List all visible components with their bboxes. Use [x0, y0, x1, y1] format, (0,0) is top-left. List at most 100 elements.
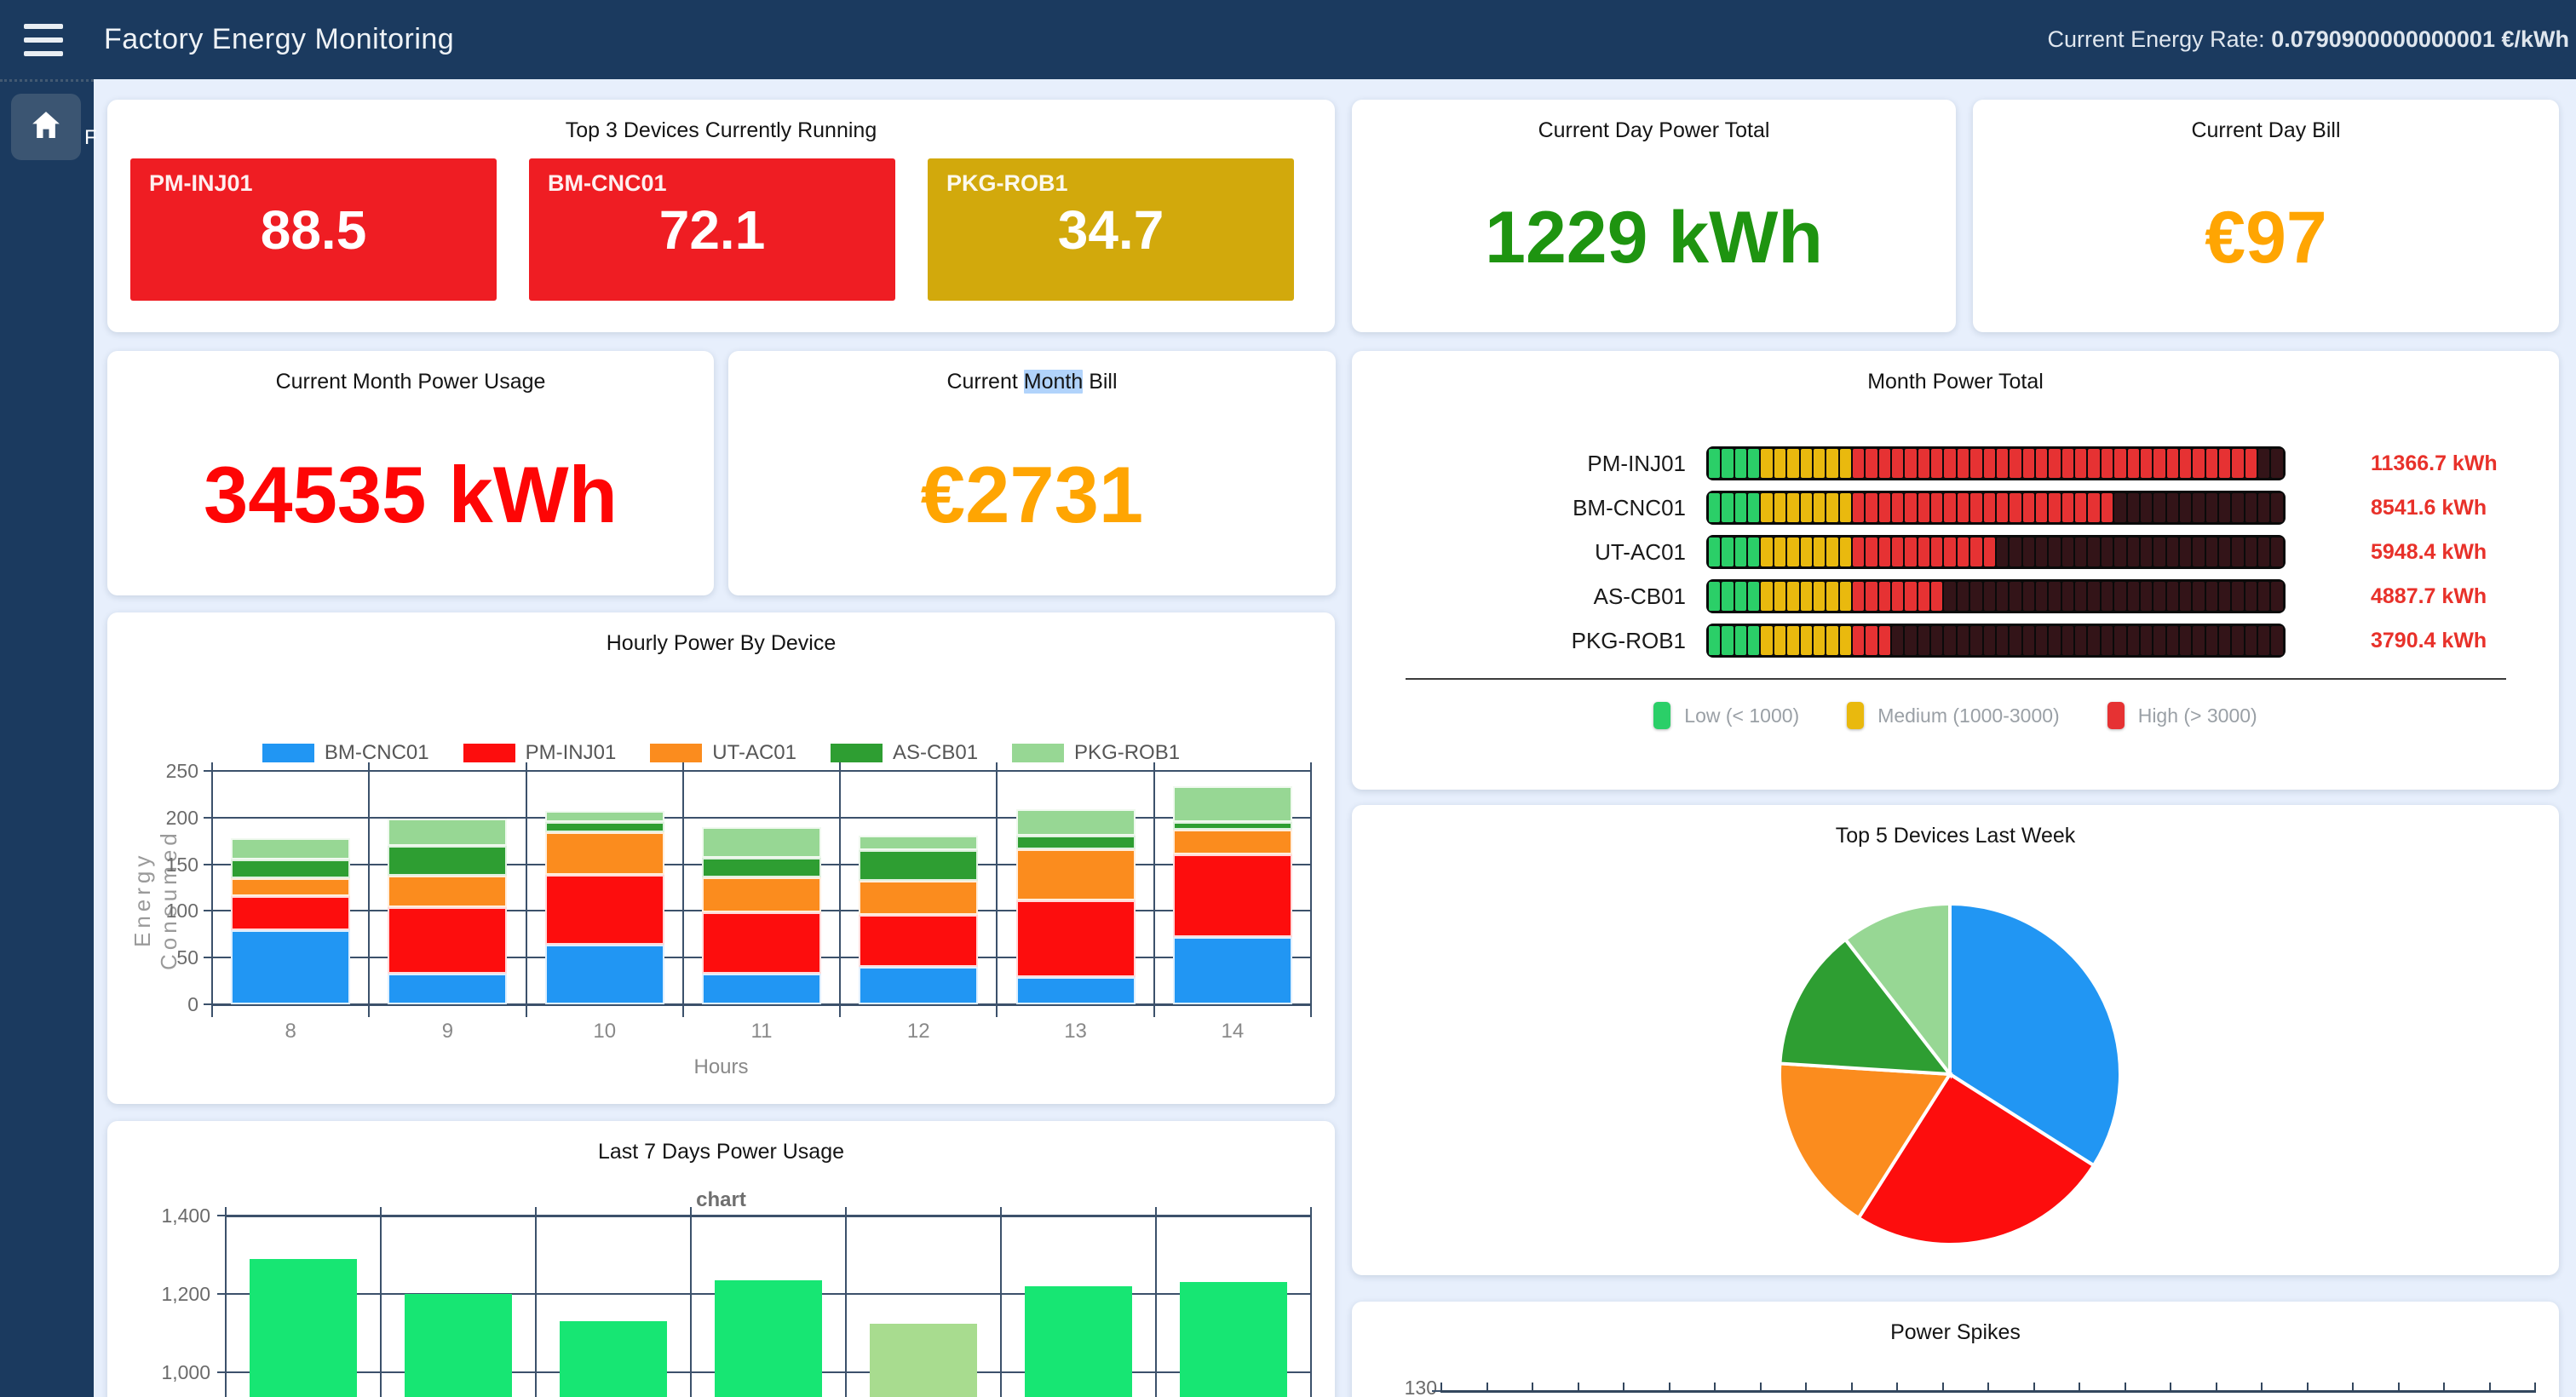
device-tile[interactable]: PM-INJ01 88.5: [130, 158, 497, 301]
stacked-bar-segment[interactable]: [388, 876, 507, 907]
stacked-bar-segment[interactable]: [702, 858, 821, 877]
meter-segment: [2010, 493, 2021, 522]
stacked-bar-segment[interactable]: [388, 819, 507, 846]
gridline: [839, 762, 841, 1017]
stacked-bar-segment[interactable]: [859, 915, 978, 967]
y-tick-label: 250: [147, 760, 198, 783]
stacked-bar-segment[interactable]: [231, 859, 350, 878]
stacked-bar-segment[interactable]: [702, 912, 821, 974]
stacked-bar-segment[interactable]: [859, 967, 978, 1004]
stacked-bar-segment[interactable]: [1016, 836, 1136, 849]
meter-segment: [1853, 626, 1864, 655]
legend-item[interactable]: PM-INJ01: [463, 741, 617, 765]
meter-segment: [2075, 538, 2086, 566]
meter-segment: [2062, 538, 2073, 566]
legend-item[interactable]: AS-CB01: [831, 741, 978, 765]
last7-chart-subtitle: chart: [107, 1164, 1335, 1212]
segmented-meter[interactable]: [1706, 624, 2286, 658]
meter-segment: [2245, 449, 2257, 478]
bar[interactable]: [870, 1324, 977, 1397]
meter-segment: [1984, 582, 1995, 611]
meter-segment: [1787, 449, 1798, 478]
stacked-bar-segment[interactable]: [1173, 937, 1292, 1004]
x-tick-mark: [2307, 1383, 2309, 1392]
meter-segment: [2114, 493, 2125, 522]
day-power-total-card: Current Day Power Total 1229 kWh: [1352, 100, 1956, 332]
stacked-bar-segment[interactable]: [859, 836, 978, 851]
device-label: PKG-ROB1: [1352, 624, 1686, 658]
device-tile-name: BM-CNC01: [548, 170, 667, 197]
segmented-meter[interactable]: [1706, 579, 2286, 613]
sidebar-item-label[interactable]: F: [84, 126, 97, 150]
stacked-bar-segment[interactable]: [1173, 822, 1292, 830]
meter-segment: [2010, 538, 2021, 566]
meter-segment: [1958, 449, 1969, 478]
pie-chart[interactable]: [1762, 887, 2137, 1262]
segmented-meter[interactable]: [1706, 491, 2286, 525]
divider: [1406, 678, 2506, 680]
stacked-bar-segment[interactable]: [702, 877, 821, 912]
stacked-bar-segment[interactable]: [1173, 786, 1292, 823]
month-total-row: PKG-ROB13790.4 kWh: [1352, 624, 2559, 658]
stacked-bar-segment[interactable]: [1173, 830, 1292, 854]
stacked-bar-segment[interactable]: [859, 850, 978, 881]
last7-plot-area[interactable]: 1,4001,2001,000: [226, 1216, 1311, 1397]
meter-segment: [1761, 449, 1772, 478]
stacked-bar-segment[interactable]: [545, 945, 664, 1004]
stacked-bar-segment[interactable]: [1173, 854, 1292, 938]
stacked-bar-segment[interactable]: [545, 875, 664, 945]
stacked-bar-segment[interactable]: [388, 907, 507, 974]
stacked-bar-segment[interactable]: [231, 896, 350, 931]
stacked-bar-segment[interactable]: [1016, 900, 1136, 977]
device-tile[interactable]: BM-CNC01 72.1: [529, 158, 895, 301]
legend-item[interactable]: UT-AC01: [650, 741, 796, 765]
meter-segment: [1814, 626, 1825, 655]
stacked-bar-segment[interactable]: [702, 827, 821, 858]
month-total-row: PM-INJ0111366.7 kWh: [1352, 446, 2559, 480]
bar[interactable]: [560, 1321, 667, 1397]
bar[interactable]: [715, 1280, 822, 1397]
stacked-bar-segment[interactable]: [231, 878, 350, 896]
bar[interactable]: [1025, 1286, 1132, 1397]
x-tick-label: 8: [231, 1020, 350, 1043]
bar[interactable]: [250, 1259, 357, 1397]
legend-item[interactable]: PKG-ROB1: [1012, 741, 1180, 765]
stacked-bar-segment[interactable]: [545, 822, 664, 832]
stacked-bar-segment[interactable]: [859, 881, 978, 914]
stacked-bar-segment[interactable]: [545, 832, 664, 874]
stacked-bar-segment[interactable]: [388, 846, 507, 876]
meter-segment: [2023, 582, 2034, 611]
bar[interactable]: [1180, 1282, 1287, 1397]
meter-segment: [2075, 626, 2086, 655]
legend-item[interactable]: BM-CNC01: [262, 741, 429, 765]
device-tile[interactable]: PKG-ROB1 34.7: [928, 158, 1294, 301]
hourly-plot-area[interactable]: 050100150200250891011121314: [212, 771, 1311, 1004]
stacked-bar-segment[interactable]: [1016, 809, 1136, 836]
meter-segment: [2245, 538, 2257, 566]
meter-segment: [1892, 538, 1903, 566]
x-tick-label: 14: [1173, 1020, 1292, 1043]
stacked-bar-segment[interactable]: [231, 930, 350, 1004]
legend-label: High (> 3000): [2138, 704, 2257, 727]
stacked-bar-segment[interactable]: [702, 974, 821, 1004]
sidebar-item-home[interactable]: [11, 94, 81, 160]
legend-item: Medium (1000-3000): [1847, 702, 2060, 729]
meter-segment: [2193, 626, 2204, 655]
menu-icon[interactable]: [24, 24, 63, 56]
y-tick-label: 150: [147, 854, 198, 877]
bar[interactable]: [405, 1294, 512, 1397]
meter-segment: [1931, 493, 1942, 522]
segmented-meter[interactable]: [1706, 535, 2286, 569]
stacked-bar-segment[interactable]: [1016, 849, 1136, 900]
meter-segment: [1879, 538, 1890, 566]
meter-segment: [2219, 626, 2230, 655]
segmented-meter[interactable]: [1706, 446, 2286, 480]
stacked-bar-segment[interactable]: [388, 974, 507, 1004]
gridline: [1155, 1207, 1157, 1397]
meter-segment: [2271, 538, 2282, 566]
stacked-bar-segment[interactable]: [545, 811, 664, 822]
meter-segment: [1970, 493, 1981, 522]
stacked-bar-segment[interactable]: [231, 838, 350, 859]
stacked-bar-segment[interactable]: [1016, 977, 1136, 1004]
legend-swatch: [650, 744, 702, 762]
